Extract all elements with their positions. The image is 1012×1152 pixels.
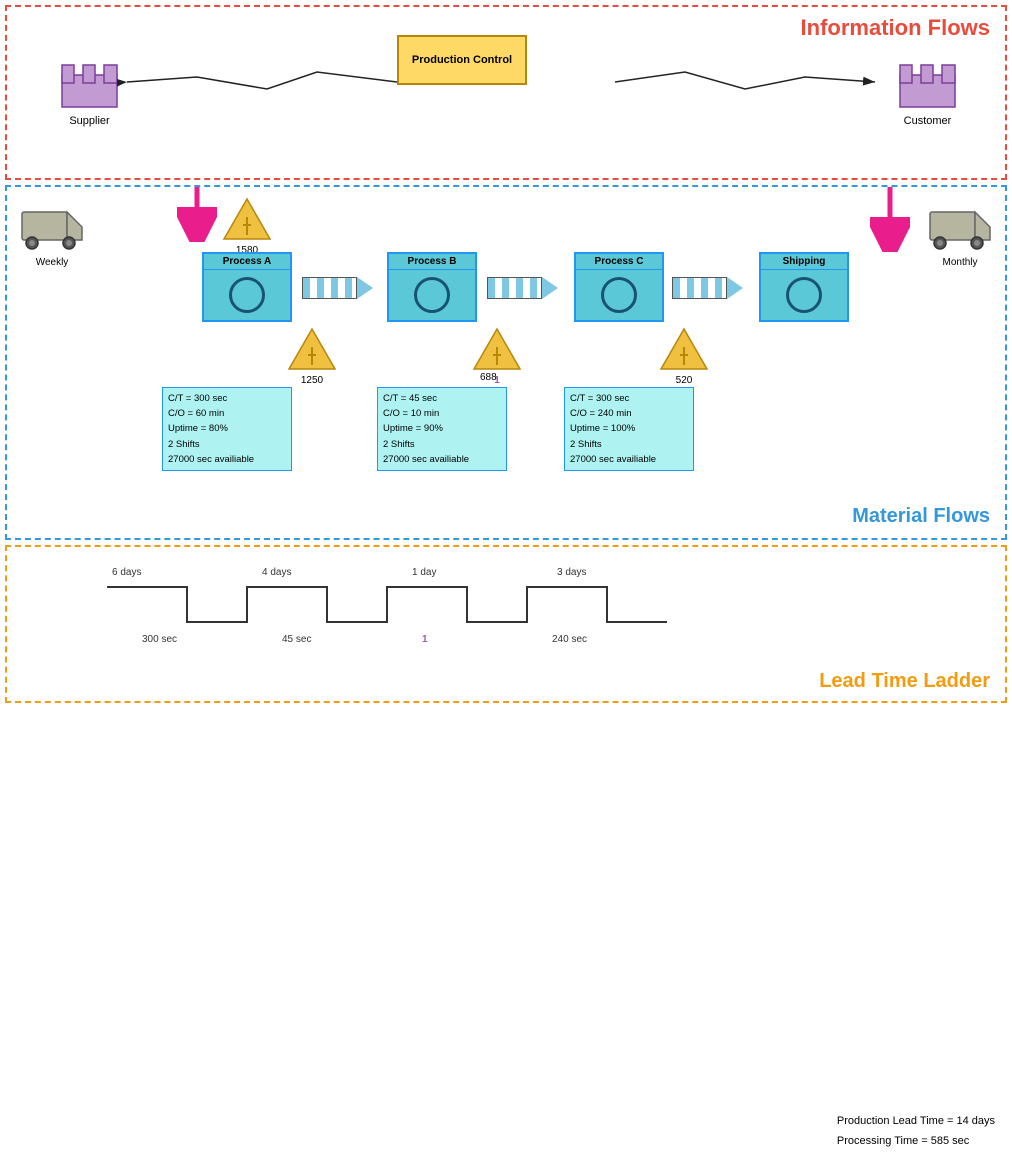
- shipping-operator: [786, 277, 822, 313]
- info-box-c: C/T = 300 sec C/O = 240 min Uptime = 100…: [564, 387, 694, 471]
- lead-time-label: Lead Time Ladder: [819, 670, 990, 693]
- info-b-co: C/O = 10 min: [383, 406, 501, 421]
- process-b-box: Process B: [387, 252, 477, 322]
- svg-text:1: 1: [422, 634, 428, 645]
- push-arrow-ab: [302, 277, 373, 299]
- monthly-truck-container: Monthly: [925, 207, 995, 268]
- customer-icon: [895, 55, 960, 110]
- process-a-operator: [229, 277, 265, 313]
- svg-text:6 days: 6 days: [112, 567, 141, 578]
- process-b-operator: [414, 277, 450, 313]
- inventory-triangle-below-c: 520: [659, 327, 709, 386]
- weekly-truck-container: Weekly: [17, 207, 87, 268]
- production-control-box: Production Control: [397, 35, 527, 85]
- info-c-uptime: Uptime = 100%: [570, 421, 688, 436]
- info-c-shifts: 2 Shifts: [570, 437, 688, 452]
- info-b-avail: 27000 sec availiable: [383, 452, 501, 467]
- process-c-title: Process C: [576, 254, 662, 270]
- push-arrow-bc: [487, 277, 558, 299]
- info-a-co: C/O = 60 min: [168, 406, 286, 421]
- inventory-triangle-below-a: 1250: [287, 327, 337, 386]
- pink-arrow-right: [870, 187, 910, 255]
- info-a-shifts: 2 Shifts: [168, 437, 286, 452]
- svg-text:4 days: 4 days: [262, 567, 291, 578]
- info-b-ct: C/T = 45 sec: [383, 391, 501, 406]
- shipping-title: Shipping: [761, 254, 847, 270]
- info-flows-section: Information Flows Production Control Sup…: [5, 5, 1007, 180]
- pink-arrow-left: [177, 187, 217, 245]
- supplier-icon: [57, 55, 122, 110]
- info-c-avail: 27000 sec availiable: [570, 452, 688, 467]
- svg-text:45 sec: 45 sec: [282, 634, 311, 645]
- shipping-box: Shipping: [759, 252, 849, 322]
- production-control-label: Production Control: [412, 54, 512, 66]
- weekly-truck-icon: [17, 207, 87, 252]
- weekly-label: Weekly: [17, 257, 87, 268]
- lead-time-section: Lead Time Ladder 6 days 4 days 1 day 3 d…: [5, 545, 1007, 703]
- svg-text:240 sec: 240 sec: [552, 634, 587, 645]
- inventory-label-below-c: 520: [659, 375, 709, 386]
- svg-text:1 day: 1 day: [412, 567, 436, 578]
- material-flows-label: Material Flows: [852, 505, 990, 528]
- supplier-container: Supplier: [57, 55, 122, 127]
- info-b-shifts: 2 Shifts: [383, 437, 501, 452]
- inventory-label-below-a: 1250: [287, 375, 337, 386]
- supplier-label: Supplier: [57, 115, 122, 127]
- process-b-title: Process B: [389, 254, 475, 270]
- info-a-avail: 27000 sec availiable: [168, 452, 286, 467]
- process-a-box: Process A: [202, 252, 292, 322]
- info-b-uptime: Uptime = 90%: [383, 421, 501, 436]
- monthly-label: Monthly: [925, 257, 995, 268]
- push-arrow-cs: [672, 277, 743, 299]
- lead-time-ladder-svg: 6 days 4 days 1 day 3 days 300 sec 45 se…: [87, 557, 737, 677]
- info-box-a: C/T = 300 sec C/O = 60 min Uptime = 80% …: [162, 387, 292, 471]
- svg-text:3 days: 3 days: [557, 567, 586, 578]
- lead-time-info: Production Lead Time = 14 days Processin…: [837, 1112, 995, 1152]
- info-arrow-to-supplier: [117, 67, 407, 97]
- info-a-uptime: Uptime = 80%: [168, 421, 286, 436]
- inventory-label-below-b: 688: [480, 372, 497, 383]
- process-a-title: Process A: [204, 254, 290, 270]
- info-box-b: C/T = 45 sec C/O = 10 min Uptime = 90% 2…: [377, 387, 507, 471]
- customer-container: Customer: [895, 55, 960, 127]
- monthly-truck-icon: [925, 207, 995, 252]
- info-c-ct: C/T = 300 sec: [570, 391, 688, 406]
- processing-time: Processing Time = 585 sec: [837, 1132, 995, 1152]
- info-flows-label: Information Flows: [801, 15, 990, 41]
- material-flows-section: Material Flows Weekly Monthly: [5, 185, 1007, 540]
- info-a-ct: C/T = 300 sec: [168, 391, 286, 406]
- customer-label: Customer: [895, 115, 960, 127]
- production-lead-time: Production Lead Time = 14 days: [837, 1112, 995, 1132]
- inventory-triangle-above-a: 1580: [222, 197, 272, 256]
- process-c-operator: [601, 277, 637, 313]
- info-arrow-from-customer: [605, 67, 895, 97]
- svg-text:300 sec: 300 sec: [142, 634, 177, 645]
- process-c-box: Process C: [574, 252, 664, 322]
- info-c-co: C/O = 240 min: [570, 406, 688, 421]
